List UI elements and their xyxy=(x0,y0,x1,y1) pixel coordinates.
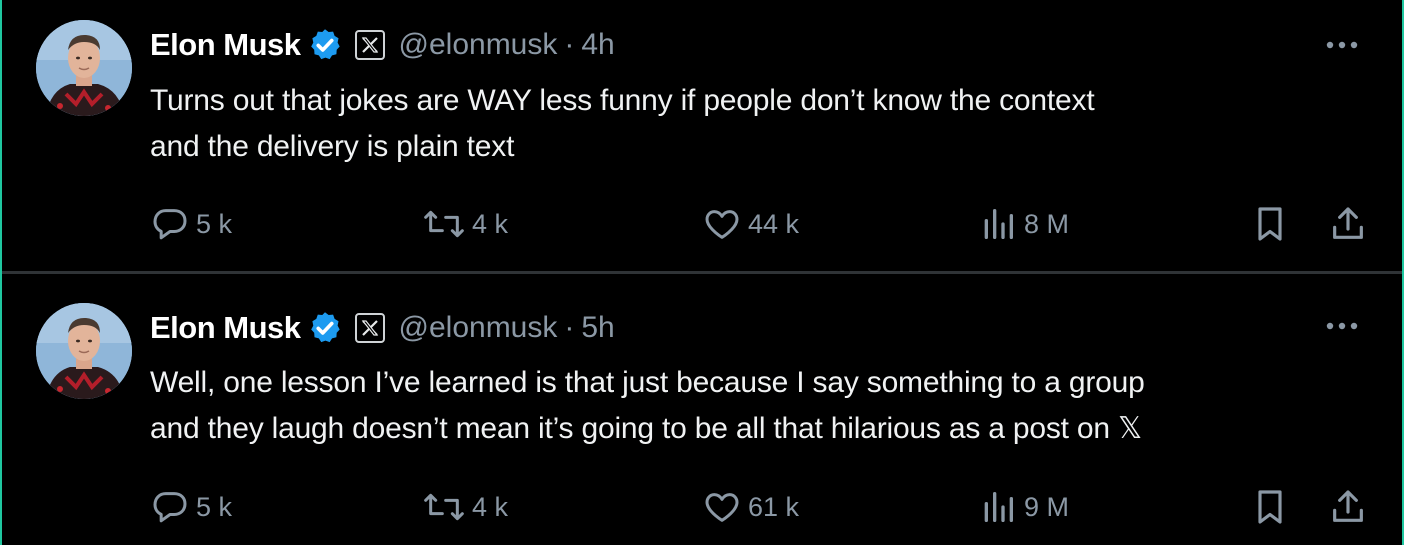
verified-badge-icon[interactable] xyxy=(307,310,343,346)
heart-icon xyxy=(702,204,742,244)
bookmark-icon xyxy=(1250,487,1290,527)
repost-button[interactable]: 4 k xyxy=(422,485,508,529)
author-name[interactable]: Elon Musk xyxy=(150,310,301,346)
like-button[interactable]: 44 k xyxy=(702,202,799,246)
timestamp[interactable]: 4h xyxy=(581,28,614,62)
tweet-divider xyxy=(2,271,1402,274)
view-count: 9 M xyxy=(1024,491,1070,522)
repost-icon xyxy=(422,204,466,244)
reply-button[interactable]: 5 k xyxy=(150,485,232,529)
avatar[interactable] xyxy=(36,303,132,399)
tweet-text-line: and they laugh doesn’t mean it’s going t… xyxy=(150,412,1143,445)
reply-count: 5 k xyxy=(196,208,233,239)
more-horizontal-icon[interactable] xyxy=(1322,30,1362,60)
tweet-header: Elon Musk @elonmusk · 5h xyxy=(150,307,615,349)
heart-icon xyxy=(702,487,742,527)
author-handle[interactable]: @elonmusk xyxy=(399,311,558,345)
tweet-text: Well, one lesson I’ve learned is that ju… xyxy=(150,360,1370,452)
verified-badge-icon[interactable] xyxy=(307,27,343,63)
x-logo-icon[interactable] xyxy=(354,30,385,60)
views-button[interactable]: 9 M xyxy=(978,485,1069,529)
tweet[interactable]: Elon Musk @elonmusk · 5h Well, one lesso… xyxy=(2,275,1402,545)
share-button[interactable] xyxy=(1328,202,1368,246)
tweet-text: Turns out that jokes are WAY less funny … xyxy=(150,78,1370,170)
author-handle[interactable]: @elonmusk xyxy=(399,28,558,62)
reply-count: 5 k xyxy=(196,491,233,522)
avatar[interactable] xyxy=(36,20,132,116)
share-icon xyxy=(1328,487,1368,527)
tweet-text-line: Well, one lesson I’ve learned is that ju… xyxy=(150,366,1145,399)
repost-icon xyxy=(422,487,466,527)
tweet-text-line: and the delivery is plain text xyxy=(150,130,515,163)
tweet-actions: 5 k 4 k 61 k 9 M xyxy=(150,485,1370,529)
tweet-text-line: Turns out that jokes are WAY less funny … xyxy=(150,84,1095,117)
timestamp[interactable]: 5h xyxy=(581,311,614,345)
x-logo-icon[interactable] xyxy=(354,313,385,343)
repost-button[interactable]: 4 k xyxy=(422,202,508,246)
repost-count: 4 k xyxy=(472,491,509,522)
views-button[interactable]: 8 M xyxy=(978,202,1069,246)
like-count: 61 k xyxy=(748,491,800,522)
bookmark-button[interactable] xyxy=(1250,202,1290,246)
tweet-header: Elon Musk @elonmusk · 4h xyxy=(150,24,615,66)
views-chart-icon xyxy=(978,487,1018,527)
reply-button[interactable]: 5 k xyxy=(150,202,232,246)
view-count: 8 M xyxy=(1024,208,1070,239)
timeline: Elon Musk @elonmusk · 4h Turns out that … xyxy=(0,0,1404,545)
bookmark-button[interactable] xyxy=(1250,485,1290,529)
header-separator: · xyxy=(564,28,575,61)
like-count: 44 k xyxy=(748,208,800,239)
reply-icon xyxy=(150,204,190,244)
tweet-actions: 5 k 4 k 44 k 8 M xyxy=(150,202,1370,246)
share-icon xyxy=(1328,204,1368,244)
repost-count: 4 k xyxy=(472,208,509,239)
share-button[interactable] xyxy=(1328,485,1368,529)
like-button[interactable]: 61 k xyxy=(702,485,799,529)
more-horizontal-icon[interactable] xyxy=(1322,311,1362,341)
bookmark-icon xyxy=(1250,204,1290,244)
header-separator: · xyxy=(564,311,575,344)
author-name[interactable]: Elon Musk xyxy=(150,27,301,63)
reply-icon xyxy=(150,487,190,527)
tweet[interactable]: Elon Musk @elonmusk · 4h Turns out that … xyxy=(2,0,1402,272)
views-chart-icon xyxy=(978,204,1018,244)
